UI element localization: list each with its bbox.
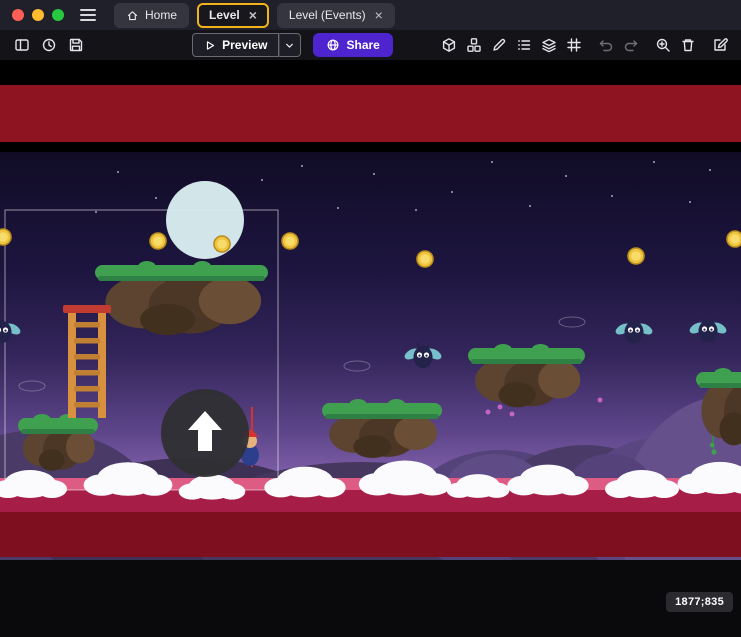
undo-icon[interactable] — [594, 33, 617, 57]
tab-label: Home — [145, 8, 177, 22]
preview-button[interactable]: Preview — [192, 33, 278, 57]
coin-object[interactable] — [214, 236, 230, 252]
share-label: Share — [347, 38, 380, 52]
play-icon — [203, 39, 216, 52]
cursor-coordinates-badge: 1877;835 — [666, 592, 733, 612]
tab-label: Level (Events) — [289, 8, 366, 22]
jump-button-object[interactable] — [161, 389, 249, 477]
cube-3d-icon[interactable] — [437, 33, 460, 57]
level-scene[interactable] — [0, 60, 741, 560]
coin-object[interactable] — [628, 248, 644, 264]
preview-label: Preview — [222, 38, 267, 52]
save-icon[interactable] — [64, 33, 87, 57]
zoom-in-icon[interactable] — [651, 33, 674, 57]
main-menu-button[interactable] — [78, 7, 98, 23]
bottom-panel: 1877;835 — [0, 560, 741, 637]
toolbar-icon-group — [651, 33, 699, 57]
instances-list-icon[interactable] — [512, 33, 535, 57]
bottom-red-band-object[interactable] — [0, 512, 741, 557]
preview-button-group: Preview — [192, 33, 300, 57]
coin-object[interactable] — [282, 233, 298, 249]
moon-object[interactable] — [166, 181, 244, 259]
trash-icon[interactable] — [676, 33, 699, 57]
scene-editor-canvas[interactable] — [0, 60, 741, 560]
share-button[interactable]: Share — [313, 33, 393, 57]
layers-icon[interactable] — [537, 33, 560, 57]
coin-object[interactable] — [727, 231, 741, 247]
tab-close-icon[interactable]: × — [375, 8, 383, 22]
toolbar-center: Preview Share — [87, 33, 428, 57]
edit-properties-icon[interactable] — [708, 33, 731, 57]
home-icon — [126, 9, 139, 22]
tab-home[interactable]: Home — [114, 3, 189, 28]
tab-close-icon[interactable]: × — [249, 8, 257, 22]
zoom-window-button[interactable] — [52, 9, 64, 21]
history-icon[interactable] — [37, 33, 60, 57]
panels-icon[interactable] — [10, 33, 33, 57]
chevron-down-icon — [283, 39, 296, 52]
coin-object[interactable] — [0, 229, 11, 245]
toolbar-icon-group — [594, 33, 642, 57]
tab-level-events[interactable]: Level (Events) × — [277, 3, 395, 28]
top-red-band-object[interactable] — [0, 85, 741, 142]
coin-object[interactable] — [150, 233, 166, 249]
toolbar-right-icons — [428, 33, 731, 57]
close-window-button[interactable] — [12, 9, 24, 21]
preview-options-button[interactable] — [279, 33, 301, 57]
toolbar-icon-group — [437, 33, 585, 57]
toolbar-left-icons — [10, 33, 87, 57]
titlebar: Home Level × Level (Events) × — [0, 0, 741, 30]
grid-icon[interactable] — [562, 33, 585, 57]
coin-object[interactable] — [417, 251, 433, 267]
tab-bar: Home Level × Level (Events) × — [114, 0, 395, 30]
globe-icon — [326, 38, 340, 52]
redo-icon[interactable] — [619, 33, 642, 57]
tab-level[interactable]: Level × — [197, 3, 269, 28]
toolbar: Preview Share — [0, 30, 741, 60]
app-window: Home Level × Level (Events) × Preview Share — [0, 0, 741, 637]
tab-label: Level — [209, 8, 240, 22]
pen-icon[interactable] — [487, 33, 510, 57]
minimize-window-button[interactable] — [32, 9, 44, 21]
traffic-lights — [8, 9, 64, 21]
toolbar-icon-group — [708, 33, 731, 57]
object-groups-icon[interactable] — [462, 33, 485, 57]
